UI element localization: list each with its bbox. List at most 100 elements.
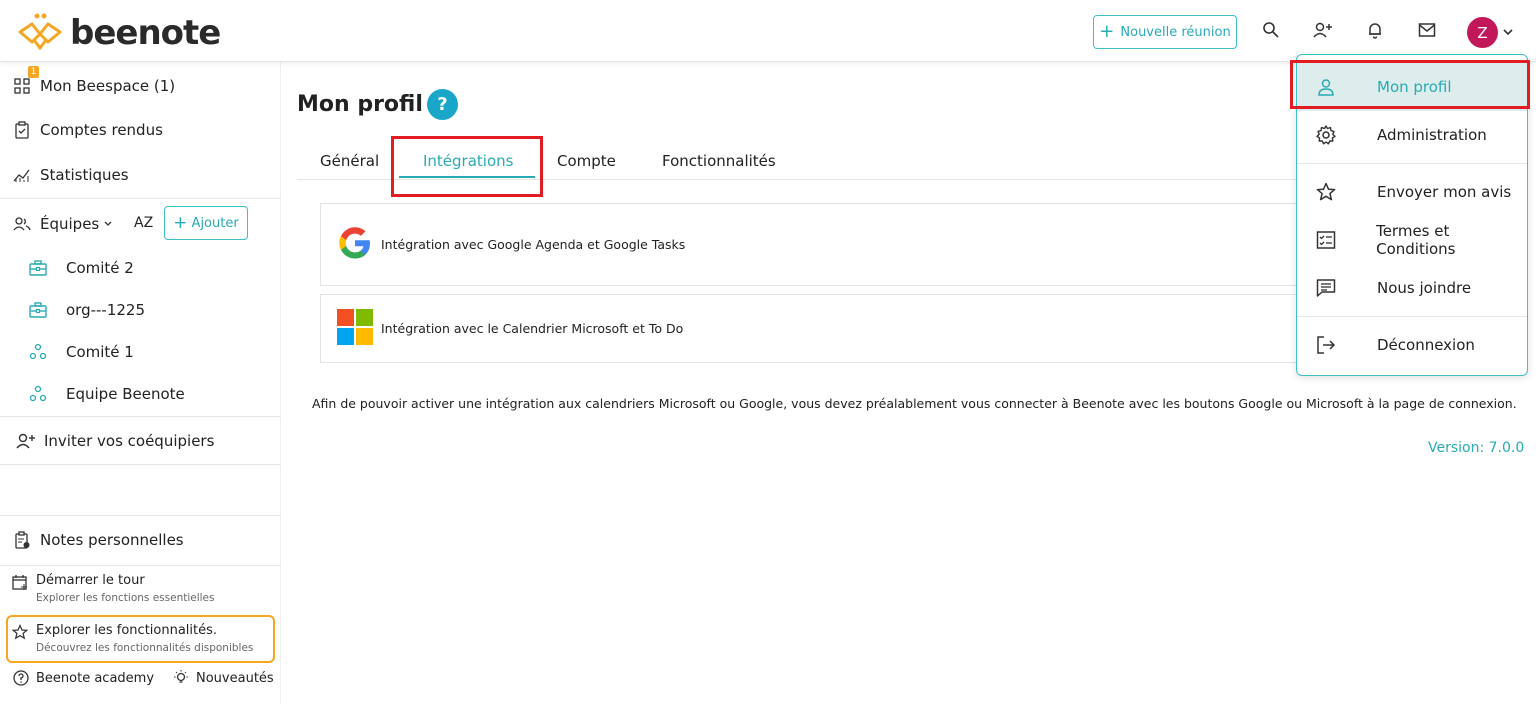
gear-icon bbox=[1315, 124, 1337, 146]
menu-item-terms[interactable]: Termes et Conditions bbox=[1297, 216, 1527, 264]
tab-general[interactable]: Général bbox=[320, 152, 379, 170]
sort-label: AZ bbox=[134, 215, 154, 231]
group-icon bbox=[28, 342, 48, 362]
teams-label: Équipes bbox=[40, 215, 100, 233]
explore-features-link[interactable]: Explorer les fonctionnalités. Découvrez … bbox=[11, 623, 254, 654]
team-name: org---1225 bbox=[66, 301, 146, 319]
menu-item-label: Nous joindre bbox=[1377, 279, 1472, 297]
star-icon bbox=[11, 624, 30, 642]
divider bbox=[0, 416, 281, 417]
divider bbox=[1297, 316, 1527, 317]
google-icon bbox=[337, 225, 373, 265]
tour-title: Démarrer le tour bbox=[36, 573, 145, 588]
invite-teammates-link[interactable]: Inviter vos coéquipiers bbox=[16, 431, 214, 451]
sidebar-item-label: Mon Beespace (1) bbox=[40, 77, 176, 95]
menu-item-label: Envoyer mon avis bbox=[1377, 183, 1512, 201]
top-bar: beenote + Nouvelle réunion Z bbox=[0, 0, 1536, 62]
divider bbox=[0, 515, 281, 516]
users-icon bbox=[12, 214, 32, 234]
teams-header[interactable]: Équipes bbox=[12, 214, 113, 234]
integrations-tab-highlight bbox=[391, 136, 543, 197]
team-name: Comité 1 bbox=[66, 343, 134, 361]
chevron-down-icon bbox=[103, 215, 113, 233]
sidebar-item-stats[interactable]: Statistiques bbox=[12, 165, 129, 185]
calendar-add-icon bbox=[12, 574, 30, 592]
integration-note: Afin de pouvoir activer une intégration … bbox=[312, 396, 1517, 411]
group-icon bbox=[28, 384, 48, 404]
beenote-logo[interactable]: beenote bbox=[16, 10, 221, 56]
academy-label: Beenote academy bbox=[36, 670, 155, 686]
team-item[interactable]: Comité 2 bbox=[28, 258, 134, 278]
message-icon bbox=[1315, 277, 1337, 299]
help-circle-icon bbox=[12, 669, 30, 687]
invite-label: Inviter vos coéquipiers bbox=[44, 432, 215, 450]
lightbulb-icon bbox=[172, 669, 190, 687]
sidebar-item-label: Comptes rendus bbox=[40, 121, 163, 139]
sidebar-item-notes[interactable]: Notes personnelles bbox=[12, 530, 184, 550]
new-meeting-button[interactable]: + Nouvelle réunion bbox=[1093, 15, 1237, 49]
beenote-academy-link[interactable]: Beenote academy bbox=[12, 669, 154, 687]
start-tour-link[interactable]: Démarrer le tour Explorer les fonctions … bbox=[12, 573, 215, 604]
team-item[interactable]: Equipe Beenote bbox=[28, 384, 185, 404]
search-icon[interactable] bbox=[1260, 19, 1282, 41]
microsoft-integration-label: Intégration avec le Calendrier Microsoft… bbox=[381, 321, 684, 336]
clipboard-icon bbox=[12, 120, 32, 140]
team-item[interactable]: org---1225 bbox=[28, 300, 145, 320]
notes-icon bbox=[12, 530, 32, 550]
divider bbox=[0, 198, 281, 199]
briefcase-icon bbox=[28, 300, 48, 320]
plus-icon: + bbox=[173, 213, 188, 233]
bee-icon bbox=[16, 10, 64, 56]
profile-menu-highlight bbox=[1290, 60, 1530, 109]
briefcase-icon bbox=[28, 258, 48, 278]
google-integration-card[interactable]: Intégration avec Google Agenda et Google… bbox=[320, 203, 1310, 286]
checklist-icon bbox=[1315, 229, 1336, 251]
explore-subtitle: Découvrez les fonctionnalités disponible… bbox=[36, 642, 254, 654]
add-label: Ajouter bbox=[191, 215, 239, 231]
microsoft-integration-card[interactable]: Intégration avec le Calendrier Microsoft… bbox=[320, 294, 1310, 363]
add-team-button[interactable]: + Ajouter bbox=[164, 206, 248, 240]
microsoft-icon bbox=[337, 308, 373, 349]
tab-features[interactable]: Fonctionnalités bbox=[662, 152, 776, 170]
logout-icon bbox=[1315, 334, 1337, 356]
sidebar-item-reports[interactable]: Comptes rendus bbox=[12, 120, 163, 140]
tour-subtitle: Explorer les fonctions essentielles bbox=[36, 592, 215, 604]
notification-badge: 1 bbox=[28, 66, 39, 78]
news-link[interactable]: Nouveautés bbox=[172, 669, 274, 687]
new-meeting-label: Nouvelle réunion bbox=[1120, 24, 1231, 40]
version-label: Version: 7.0.0 bbox=[1428, 440, 1525, 456]
star-icon bbox=[1315, 181, 1337, 203]
logo-text: beenote bbox=[70, 13, 221, 53]
divider bbox=[1297, 163, 1527, 164]
avatar[interactable]: Z bbox=[1467, 17, 1498, 48]
sort-az-button[interactable]: AZ bbox=[134, 215, 153, 231]
help-button[interactable]: ? bbox=[427, 89, 458, 120]
page-title: Mon profil bbox=[297, 92, 423, 117]
sidebar-item-label: Notes personnelles bbox=[40, 531, 184, 549]
menu-item-feedback[interactable]: Envoyer mon avis bbox=[1297, 168, 1527, 216]
add-user-icon[interactable] bbox=[1312, 19, 1334, 41]
menu-item-label: Déconnexion bbox=[1377, 336, 1475, 354]
divider bbox=[0, 464, 281, 465]
team-name: Comité 2 bbox=[66, 259, 134, 277]
divider bbox=[0, 565, 281, 566]
sidebar: Mon Beespace (1) 1 Comptes rendus Statis… bbox=[0, 62, 281, 704]
grid-icon bbox=[12, 76, 32, 96]
mail-icon[interactable] bbox=[1416, 19, 1438, 41]
team-name: Equipe Beenote bbox=[66, 385, 185, 403]
add-user-icon bbox=[16, 431, 36, 451]
chevron-down-icon[interactable] bbox=[1502, 23, 1514, 42]
sidebar-item-beespace[interactable]: Mon Beespace (1) bbox=[12, 76, 175, 96]
menu-item-logout[interactable]: Déconnexion bbox=[1297, 321, 1527, 369]
menu-item-label: Termes et Conditions bbox=[1376, 222, 1456, 258]
team-item[interactable]: Comité 1 bbox=[28, 342, 134, 362]
bell-icon[interactable] bbox=[1364, 19, 1386, 41]
tab-account[interactable]: Compte bbox=[557, 152, 616, 170]
news-label: Nouveautés bbox=[196, 670, 274, 686]
plus-icon: + bbox=[1099, 21, 1115, 42]
menu-item-label: Administration bbox=[1377, 126, 1487, 144]
menu-item-administration[interactable]: Administration bbox=[1297, 111, 1527, 159]
chart-icon bbox=[12, 165, 32, 185]
menu-item-contact[interactable]: Nous joindre bbox=[1297, 264, 1527, 312]
explore-title: Explorer les fonctionnalités. bbox=[36, 623, 218, 638]
